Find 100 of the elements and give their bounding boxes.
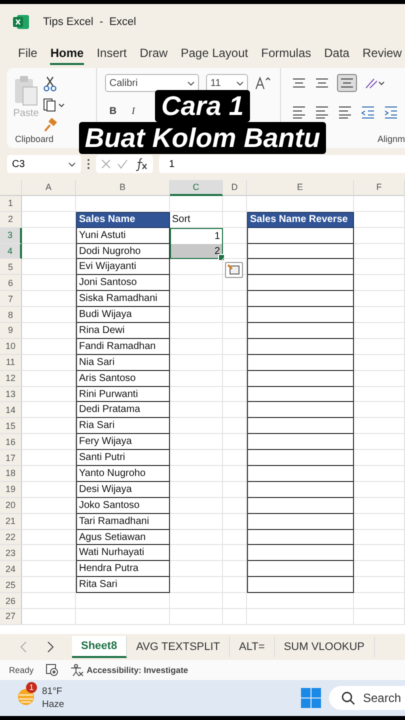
empty-cell — [354, 434, 405, 450]
empty-cell — [354, 609, 405, 625]
empty-cell — [223, 386, 247, 402]
table-cell: Rita Sari — [76, 577, 170, 594]
column-header[interactable]: B — [76, 180, 170, 196]
row-header[interactable]: 3 — [0, 228, 22, 244]
empty-cell — [354, 244, 405, 260]
table-cell: Joko Santoso — [76, 498, 170, 514]
name-box[interactable]: C3 — [7, 155, 81, 173]
row-header[interactable]: 6 — [0, 275, 22, 292]
clipboard-icon — [13, 74, 39, 106]
ribbon-tab[interactable]: Formulas — [261, 43, 312, 65]
empty-cell — [223, 402, 247, 418]
row-header[interactable]: 14 — [0, 402, 22, 418]
row-header[interactable]: 19 — [0, 482, 22, 498]
table-cell: Siska Ramadhani — [76, 291, 170, 308]
column-header[interactable]: A — [22, 180, 76, 196]
empty-cell — [170, 482, 223, 498]
function-icon — [134, 157, 148, 171]
previous-sheet-icon — [20, 641, 28, 653]
row-header[interactable]: 11 — [0, 354, 22, 371]
row-header[interactable]: 8 — [0, 307, 22, 324]
table-cell: Ria Sari — [76, 418, 170, 434]
row-header[interactable]: 23 — [0, 545, 22, 562]
empty-cell — [223, 307, 247, 324]
table-cell: Fery Wijaya — [76, 434, 170, 450]
row-header[interactable]: 7 — [0, 291, 22, 308]
empty-cell — [354, 450, 405, 466]
empty-cell — [170, 386, 223, 402]
empty-cell — [170, 338, 223, 355]
row-header[interactable]: 9 — [0, 323, 22, 339]
sheet-tab[interactable]: ALT= — [230, 637, 275, 657]
empty-cell — [223, 418, 247, 434]
align-right-icon — [337, 104, 353, 120]
font-name-field[interactable]: Calibri — [105, 74, 200, 92]
ribbon-tab[interactable]: Insert — [96, 43, 127, 65]
accessibility-icon — [70, 664, 84, 676]
row-header[interactable]: 5 — [0, 259, 22, 276]
empty-cell — [223, 609, 247, 625]
row-header[interactable]: 26 — [0, 593, 22, 610]
row-header[interactable]: 15 — [0, 418, 22, 434]
ribbon-tab[interactable]: Data — [324, 43, 350, 65]
empty-cell — [223, 482, 247, 498]
row-header[interactable]: 25 — [0, 577, 22, 594]
empty-cell — [223, 593, 247, 610]
sheet-tab[interactable]: AVG TEXTSPLIT — [127, 637, 230, 657]
column-header[interactable]: E — [247, 180, 354, 196]
row-header[interactable]: 27 — [0, 609, 22, 625]
empty-cell — [170, 307, 223, 324]
column-header[interactable]: D — [223, 180, 247, 196]
ribbon-tab[interactable]: Draw — [140, 43, 168, 65]
row-header[interactable]: 1 — [0, 196, 22, 212]
increase-indent-icon — [383, 104, 399, 120]
row-header[interactable]: 22 — [0, 530, 22, 546]
row-header[interactable]: 13 — [0, 386, 22, 402]
column-header[interactable]: F — [354, 180, 405, 196]
notification-badge: 1 — [26, 682, 37, 693]
empty-cell — [223, 514, 247, 530]
scissors-icon — [43, 76, 57, 92]
accessibility-status[interactable]: Accessibility: Investigate — [86, 665, 188, 675]
table-cell: Aris Santoso — [76, 370, 170, 387]
sheet-tab[interactable]: SUM VLOOKUP — [274, 637, 374, 657]
row-header[interactable]: 17 — [0, 450, 22, 466]
ribbon-tab[interactable]: File — [18, 43, 38, 65]
row-header[interactable]: 20 — [0, 498, 22, 514]
empty-cell — [223, 498, 247, 514]
empty-cell — [170, 370, 223, 387]
taskbar-search-field[interactable]: Search — [329, 686, 405, 710]
empty-cell — [354, 530, 405, 546]
empty-cell — [170, 450, 223, 466]
more-options-icon — [87, 158, 90, 170]
empty-cell — [170, 323, 223, 339]
ribbon-tab[interactable]: Home — [50, 43, 84, 65]
row-header[interactable]: 16 — [0, 434, 22, 450]
copy-icon — [43, 98, 65, 112]
fill-handle[interactable] — [218, 254, 225, 262]
sheet-tab[interactable]: Sheet8 — [72, 636, 128, 658]
empty-cell — [354, 482, 405, 498]
row-header[interactable]: 12 — [0, 370, 22, 387]
align-top-icon — [291, 76, 307, 90]
italic-button[interactable]: I — [128, 106, 139, 117]
macro-recorder-icon — [46, 664, 58, 676]
table-cell: 2 — [170, 244, 223, 260]
empty-cell — [223, 577, 247, 594]
row-header[interactable]: 4 — [0, 244, 22, 260]
row-header[interactable]: 2 — [0, 212, 22, 228]
empty-cell — [170, 275, 223, 292]
row-header[interactable]: 10 — [0, 338, 22, 355]
row-header[interactable]: 21 — [0, 514, 22, 530]
ribbon-tab[interactable]: Review — [362, 43, 402, 65]
align-left-icon — [291, 104, 307, 120]
row-header[interactable]: 18 — [0, 466, 22, 482]
ribbon-tab[interactable]: Page Layout — [180, 43, 248, 65]
empty-cell — [223, 196, 247, 212]
bold-button[interactable]: B — [105, 106, 121, 117]
grow-font-icon — [255, 76, 272, 90]
row-header[interactable]: 24 — [0, 561, 22, 578]
empty-cell — [354, 291, 405, 308]
formula-input-field[interactable]: 1 — [159, 155, 405, 173]
column-header[interactable]: C — [170, 180, 223, 196]
